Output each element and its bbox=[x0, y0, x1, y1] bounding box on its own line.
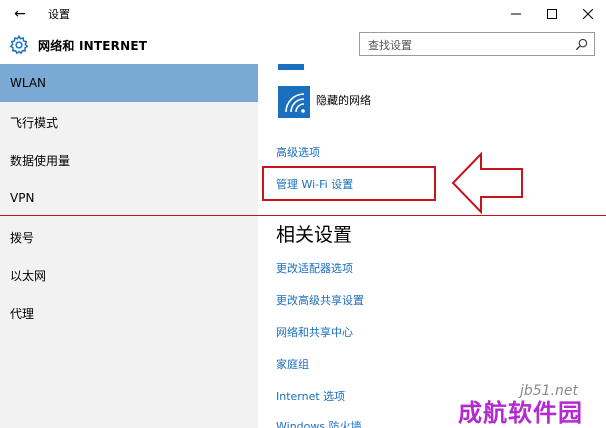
maximize-icon bbox=[547, 9, 557, 19]
internet-options-link[interactable]: Internet 选项 bbox=[276, 388, 345, 404]
title-bar: ← 设置 bbox=[0, 0, 606, 28]
maximize-button[interactable] bbox=[534, 0, 570, 28]
gear-icon bbox=[9, 34, 29, 55]
search-icon[interactable] bbox=[575, 38, 588, 51]
main-content: 隐藏的网络 高级选项 管理 Wi-Fi 设置 相关设置 更改适配器选项 更改高级… bbox=[258, 64, 606, 428]
hidden-network-label[interactable]: 隐藏的网络 bbox=[316, 92, 371, 108]
minimize-icon bbox=[511, 13, 521, 15]
sidebar-item-dial-up[interactable]: 拨号 bbox=[0, 218, 258, 256]
network-sharing-center-link[interactable]: 网络和共享中心 bbox=[276, 324, 353, 340]
divider-line bbox=[0, 215, 606, 216]
window-title: 设置 bbox=[48, 8, 70, 21]
sidebar-item-data-usage[interactable]: 数据使用量 bbox=[0, 141, 258, 179]
sidebar: WLAN 飞行模式 数据使用量 VPN 拨号 以太网 代理 bbox=[0, 64, 258, 428]
back-button[interactable]: ← bbox=[0, 0, 40, 28]
search-input[interactable]: 查找设置 bbox=[359, 32, 595, 56]
search-placeholder: 查找设置 bbox=[368, 39, 412, 52]
wifi-icon bbox=[285, 93, 305, 113]
homegroup-link[interactable]: 家庭组 bbox=[276, 356, 309, 372]
sidebar-item-vpn[interactable]: VPN bbox=[0, 179, 258, 217]
related-settings-title: 相关设置 bbox=[276, 224, 353, 246]
close-button[interactable] bbox=[570, 0, 606, 28]
sidebar-item-proxy[interactable]: 代理 bbox=[0, 294, 258, 332]
advanced-options-link[interactable]: 高级选项 bbox=[276, 144, 320, 160]
wifi-icon bbox=[282, 74, 300, 80]
page-title: 网络和 INTERNET bbox=[38, 39, 148, 53]
back-arrow-icon: ← bbox=[14, 6, 26, 22]
sidebar-item-ethernet[interactable]: 以太网 bbox=[0, 256, 258, 294]
sidebar-item-airplane-mode[interactable]: 飞行模式 bbox=[0, 103, 258, 141]
change-adapter-options-link[interactable]: 更改适配器选项 bbox=[276, 260, 353, 276]
windows-firewall-link[interactable]: Windows 防火墙 bbox=[276, 418, 362, 428]
pointer-arrow-icon bbox=[451, 152, 523, 214]
sidebar-item-wlan[interactable]: WLAN bbox=[0, 64, 258, 102]
change-advanced-sharing-link[interactable]: 更改高级共享设置 bbox=[276, 292, 364, 308]
network-tile-partial[interactable] bbox=[278, 64, 304, 80]
highlight-box bbox=[262, 166, 436, 201]
network-tile[interactable] bbox=[278, 86, 310, 118]
settings-header: 网络和 INTERNET 查找设置 bbox=[0, 28, 606, 64]
close-icon bbox=[583, 9, 593, 19]
watermark-logo: 成航软件园 bbox=[458, 399, 583, 427]
minimize-button[interactable] bbox=[498, 0, 534, 28]
